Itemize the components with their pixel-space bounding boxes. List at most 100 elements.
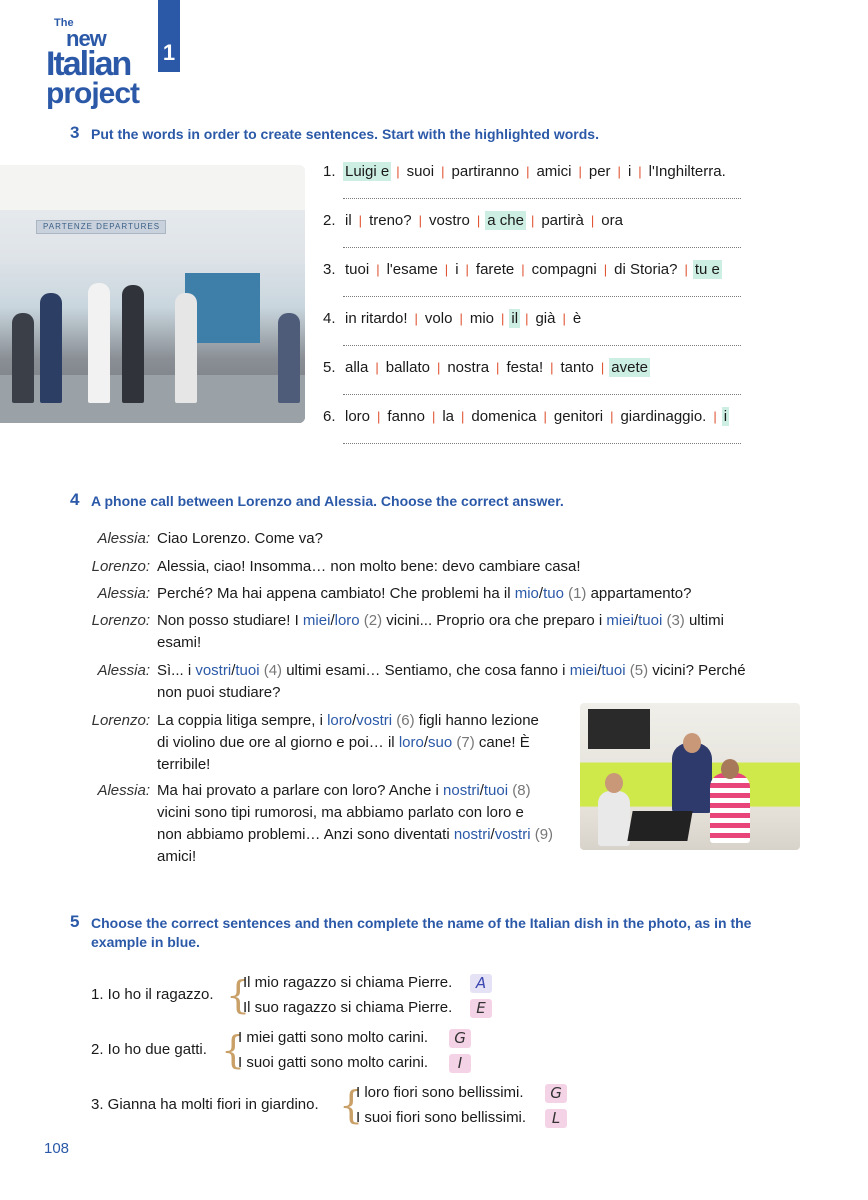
dialogue-text: La coppia litiga sempre, i (157, 712, 328, 729)
letter-box[interactable]: L (545, 1109, 567, 1128)
word: tuoi (345, 261, 370, 278)
ex5-option-a[interactable]: Il mio ragazzo si chiama Pierre. (243, 972, 452, 994)
boy-figure (598, 791, 630, 846)
word: treno? (369, 212, 412, 229)
ex5-option-b[interactable]: I suoi fiori sono bellissimi. (356, 1107, 526, 1129)
choice-option[interactable]: tuoi (601, 662, 625, 679)
choice-option[interactable]: miei (570, 662, 598, 679)
word-separator: | (526, 164, 530, 179)
dialogue-text: vicini... Proprio ora che preparo i (382, 612, 607, 629)
letter-box[interactable]: A (470, 974, 492, 993)
word: domenica (471, 408, 537, 425)
word-separator: | (501, 311, 505, 326)
exercise-3-title: Put the words in order to create sentenc… (91, 126, 599, 142)
departures-sign: PARTENZE DEPARTURES (36, 220, 166, 234)
item-number: 5. (323, 359, 336, 376)
dialogue-text: terribile! (157, 756, 211, 773)
word: partiranno (451, 163, 520, 180)
traveller-figure (278, 313, 300, 403)
letter-box[interactable]: I (449, 1054, 471, 1073)
teacher-head (683, 733, 701, 753)
choice-number: (9) (530, 826, 554, 843)
dialogue-text-line: non abbiamo problemi… Anzi sono diventat… (157, 824, 553, 846)
word-separator: | (358, 213, 363, 228)
ex5-option-a[interactable]: I loro fiori sono bellissimi. (356, 1082, 524, 1104)
highlighted-word: Luigi e (343, 162, 392, 181)
dialogue-text: cane! È (474, 734, 530, 751)
choice-option[interactable]: loro (335, 612, 360, 629)
word: di Storia? (614, 261, 678, 278)
choice-option[interactable]: nostri (454, 826, 491, 843)
highlighted-word: i (721, 407, 730, 426)
choice-option[interactable]: vostri (356, 712, 392, 729)
letter-box[interactable]: E (470, 999, 492, 1018)
choice-number: (7) (452, 734, 475, 751)
answer-line[interactable] (343, 345, 741, 346)
dialogue-text-line: Alessia, ciao! Insomma… non molto bene: … (157, 556, 581, 578)
dialogue-text-line: Ma hai provato a parlare con loro? Anche… (157, 780, 531, 802)
dialogue-text-line: vicini sono tipi rumorosi, ma abbiamo pa… (157, 802, 524, 824)
word: amici (536, 163, 572, 180)
word-separator: | (590, 213, 595, 228)
answer-line[interactable] (343, 247, 741, 248)
dialogue-text-line: La coppia litiga sempre, i loro/vostri (… (157, 710, 539, 732)
choice-option[interactable]: tuoi (484, 782, 508, 799)
airport-photo: PARTENZE DEPARTURES (0, 165, 305, 423)
answer-line[interactable] (343, 198, 741, 199)
choice-option[interactable]: nostri (443, 782, 480, 799)
word: nostra (447, 359, 490, 376)
dialogue-text: Non posso studiare! I (157, 612, 303, 629)
ex5-option-a[interactable]: I miei gatti sono molto carini. (238, 1027, 428, 1049)
word-separator: | (603, 262, 608, 277)
word-separator: | (550, 360, 554, 375)
highlighted-word: a che (485, 211, 526, 230)
traveller-figure (122, 285, 144, 403)
scramble-row: 1. Luigi e | suoi | partiranno | amici | per | i | l'… (323, 161, 728, 183)
photo-tv (588, 709, 650, 749)
exercise-5-number: 5 (70, 912, 80, 931)
choice-option[interactable]: loro (399, 734, 424, 751)
choice-option[interactable]: suo (428, 734, 452, 751)
word: i (455, 261, 459, 278)
choice-option[interactable]: tuoi (638, 612, 662, 629)
series-logo: The new Italian project (46, 18, 156, 109)
word: già (535, 310, 556, 327)
letter-box[interactable]: G (545, 1084, 567, 1103)
dialogue-text: di violino due ore al giorno e poi… il (157, 734, 399, 751)
answer-line[interactable] (343, 296, 741, 297)
word-separator: | (461, 409, 465, 424)
word-separator: | (525, 311, 529, 326)
answer-line[interactable] (343, 443, 741, 444)
choice-option[interactable]: miei (606, 612, 634, 629)
choice-option[interactable]: tuoi (235, 662, 259, 679)
word: vostro (429, 212, 470, 229)
dialogue-text-line: non puoi studiare? (157, 682, 280, 704)
ex5-prompt: 2. Io ho due gatti. (91, 1041, 207, 1058)
choice-number: (6) (392, 712, 415, 729)
ex5-option-b[interactable]: I suoi gatti sono molto carini. (238, 1052, 428, 1074)
word-separator: | (638, 164, 642, 179)
word: giardinaggio. (620, 408, 707, 425)
dialogue-text: vicini? Perché (648, 662, 746, 679)
word: loro (345, 408, 371, 425)
item-number: 4. (323, 310, 336, 327)
scramble-row: 3. tuoi | l'esame | i | farete | compagni | di Stor… (323, 259, 722, 281)
teacher-figure (672, 743, 712, 813)
choice-number: (8) (508, 782, 531, 799)
choice-option[interactable]: vostri (495, 826, 531, 843)
choice-option[interactable]: miei (303, 612, 331, 629)
word: per (588, 163, 611, 180)
word: ora (601, 212, 623, 229)
choice-option[interactable]: tuo (543, 585, 564, 602)
choice-option[interactable]: loro (327, 712, 352, 729)
word-separator: | (431, 409, 436, 424)
choice-option[interactable]: mio (515, 585, 539, 602)
word-separator: | (600, 360, 605, 375)
word: l'esame (386, 261, 438, 278)
dialogue-text: Alessia, ciao! Insomma… non molto bene: … (157, 558, 581, 575)
ex5-option-b[interactable]: Il suo ragazzo si chiama Pierre. (243, 997, 452, 1019)
answer-line[interactable] (343, 394, 741, 395)
word: il (345, 212, 352, 229)
choice-option[interactable]: vostri (195, 662, 231, 679)
letter-box[interactable]: G (449, 1029, 471, 1048)
